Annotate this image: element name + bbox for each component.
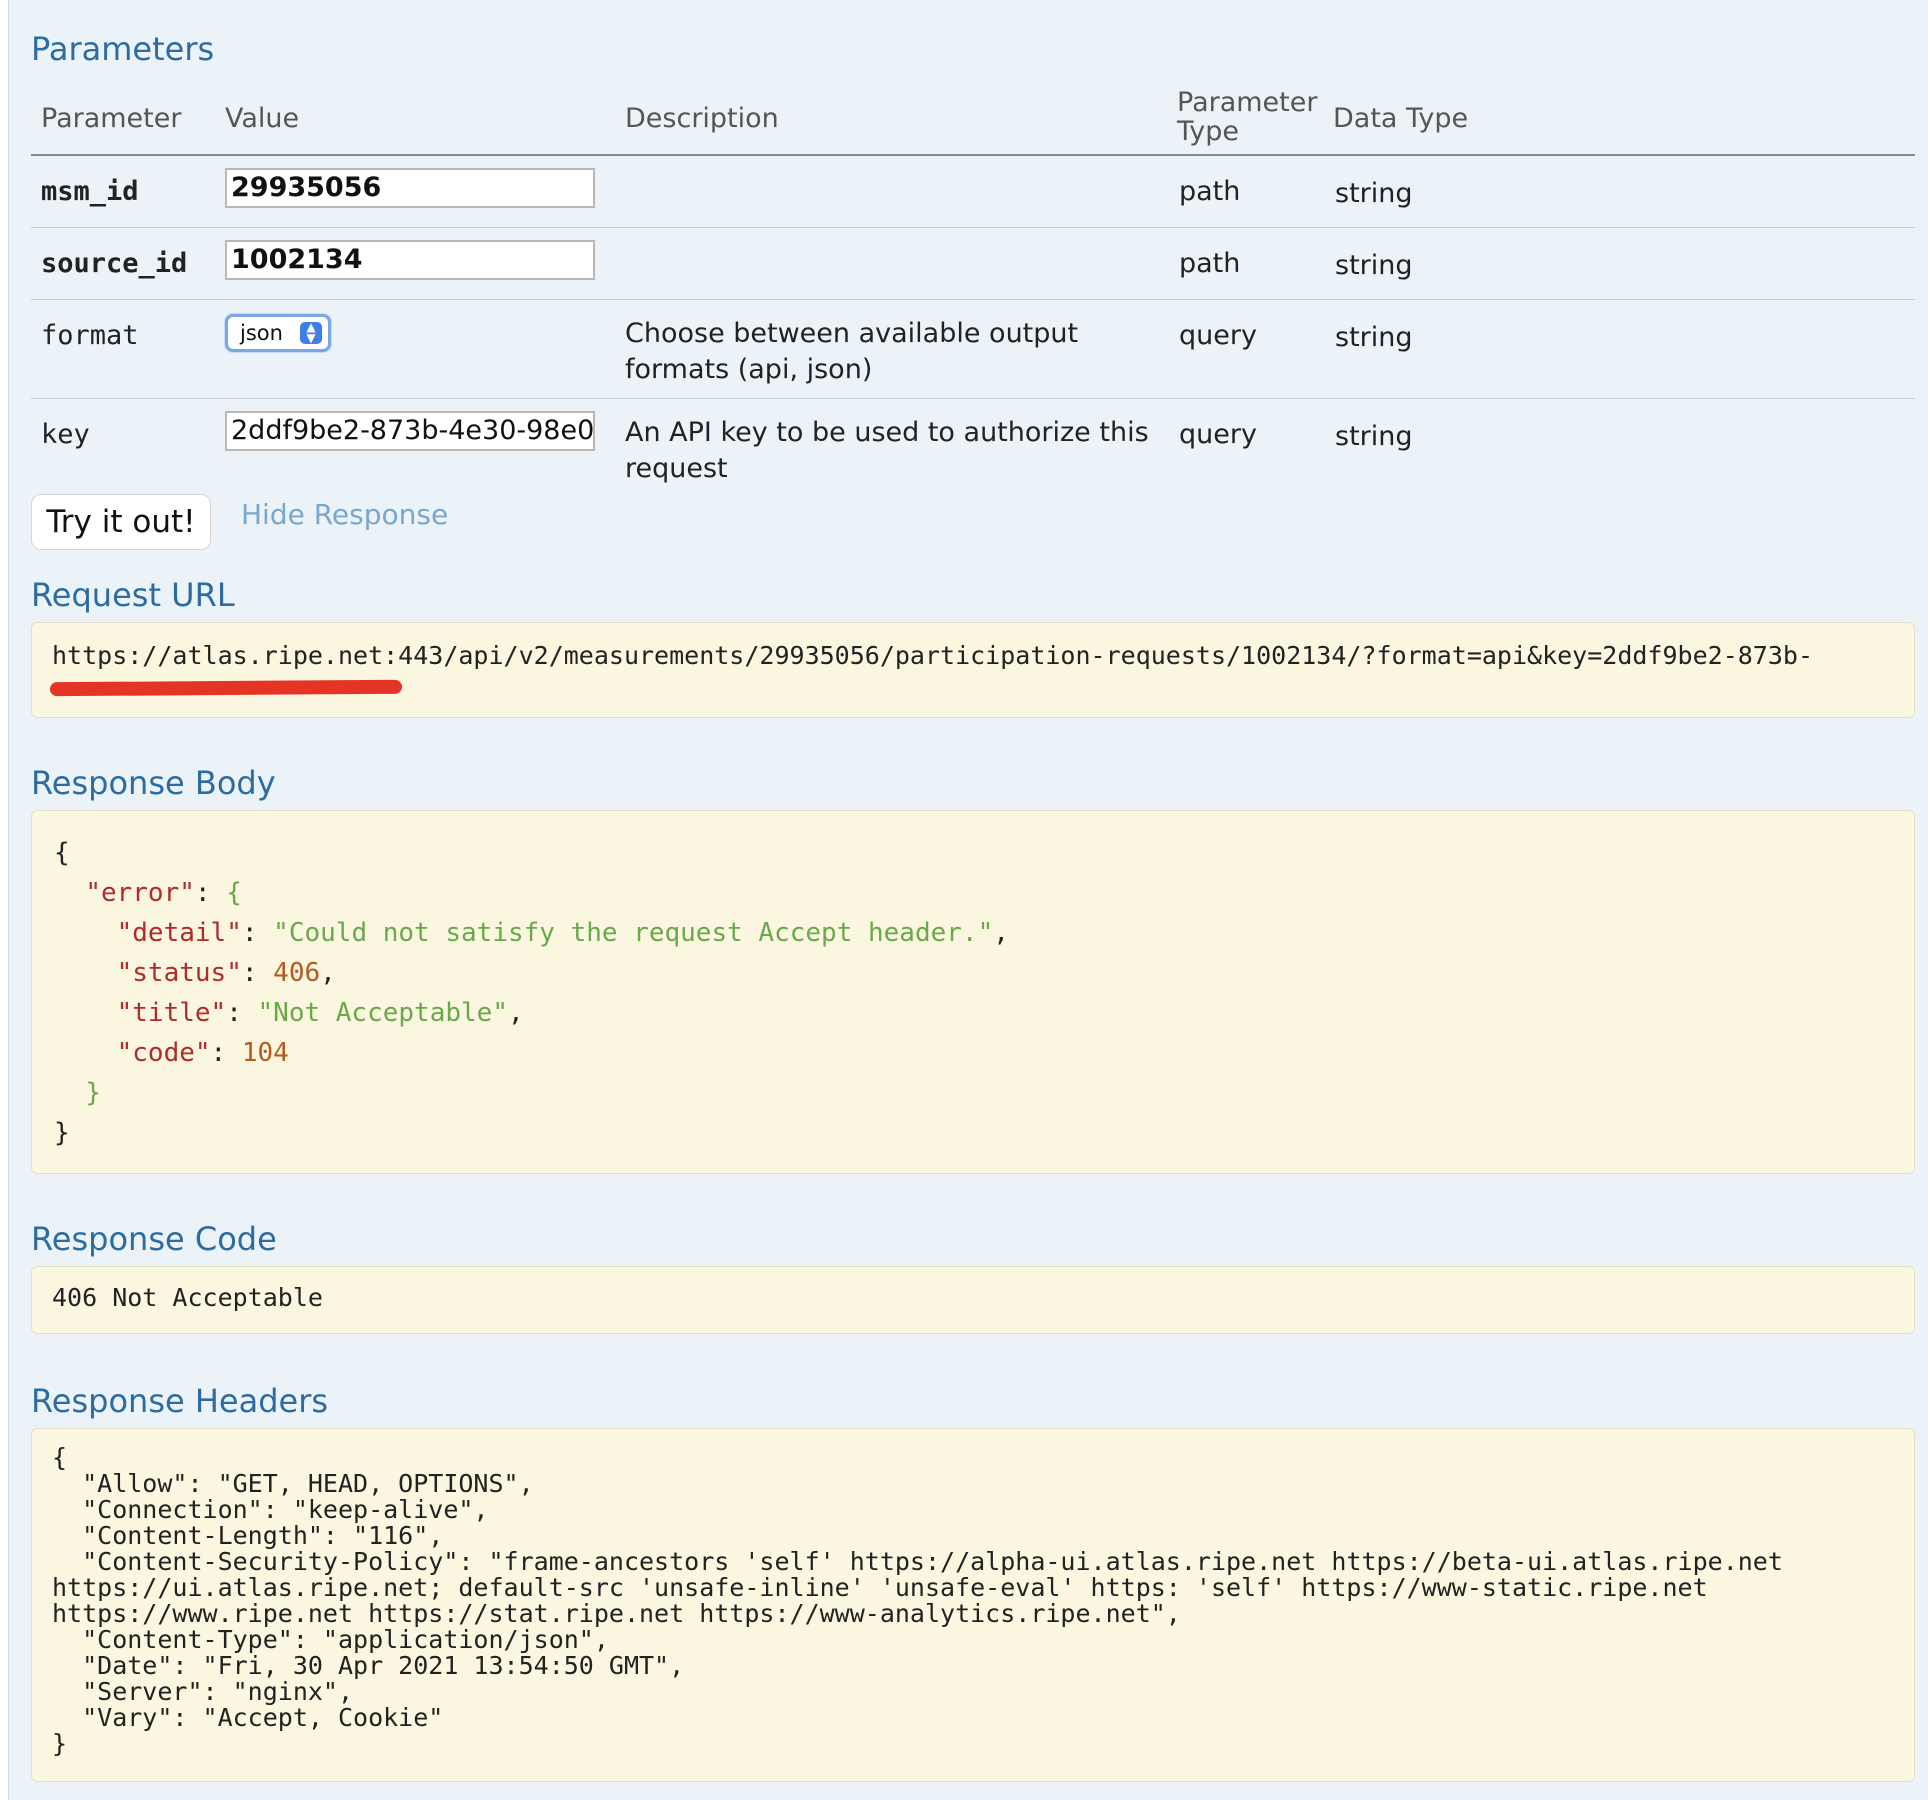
- format-select[interactable]: json ▲ ▼: [225, 314, 331, 352]
- param-type: path: [1179, 248, 1241, 279]
- response-body-json: { "error": { "detail": "Could not satisf…: [54, 838, 1009, 1148]
- param-data-type: string: [1335, 178, 1413, 209]
- request-url-text: https://atlas.ripe.net:443/api/v2/measur…: [52, 641, 1813, 670]
- key-input[interactable]: 2ddf9be2-873b-4e30-98e0-1:: [225, 411, 595, 451]
- json-close-brace: }: [54, 1118, 70, 1148]
- json-key-error: "error": [85, 878, 195, 908]
- column-parameter-type-line1: Parameter: [1177, 87, 1318, 118]
- column-parameter-type-line2: Type: [1177, 116, 1240, 147]
- param-name: key: [41, 419, 90, 450]
- param-row-source-id: source_id 1002134 path string: [31, 228, 1915, 300]
- json-key-status: "status": [116, 958, 242, 988]
- column-value: Value: [225, 103, 300, 134]
- column-description: Description: [625, 103, 779, 134]
- response-headers-text: { "Allow": "GET, HEAD, OPTIONS", "Connec…: [52, 1443, 1783, 1758]
- json-key-code: "code": [116, 1038, 211, 1068]
- response-code-heading: Response Code: [31, 1220, 277, 1258]
- redaction-mark: [49, 679, 403, 697]
- column-parameter-type: Parameter Type: [1177, 88, 1317, 146]
- param-name: msm_id: [41, 176, 139, 207]
- param-row-format: format json ▲ ▼ Choose between available …: [31, 300, 1915, 399]
- param-data-type: string: [1335, 250, 1413, 281]
- param-description: Choose between available output formats …: [625, 318, 1079, 385]
- msm-id-input[interactable]: 29935056: [225, 168, 595, 208]
- json-value-status: 406: [273, 958, 321, 988]
- parameters-table: Parameter Value Description Parameter Typ…: [31, 80, 1915, 489]
- response-body-box: { "error": { "detail": "Could not satisf…: [31, 810, 1915, 1174]
- column-parameter: Parameter: [41, 103, 182, 134]
- param-name: source_id: [41, 248, 188, 279]
- parameters-table-header: Parameter Value Description Parameter Typ…: [31, 80, 1915, 156]
- param-type: path: [1179, 176, 1241, 207]
- param-type: query: [1179, 320, 1257, 351]
- source-id-input[interactable]: 1002134: [225, 240, 595, 280]
- param-description: An API key to be used to authorize this …: [625, 417, 1149, 484]
- param-data-type: string: [1335, 421, 1413, 452]
- operation-panel: Parameters Parameter Value Description P…: [8, 0, 1928, 1800]
- json-open-brace: {: [54, 838, 70, 868]
- hide-response-link[interactable]: Hide Response: [241, 498, 448, 531]
- column-data-type: Data Type: [1333, 103, 1469, 134]
- json-key-detail: "detail": [116, 918, 242, 948]
- response-code-text: 406 Not Acceptable: [52, 1283, 323, 1312]
- json-value-code: 104: [241, 1038, 289, 1068]
- select-arrows-icon: ▲ ▼: [300, 321, 322, 344]
- parameters-heading: Parameters: [31, 30, 215, 68]
- response-body-heading: Response Body: [31, 764, 276, 802]
- param-name: format: [41, 320, 139, 351]
- param-data-type: string: [1335, 322, 1413, 353]
- param-row-key: key 2ddf9be2-873b-4e30-98e0-1: An API ke…: [31, 399, 1915, 489]
- request-url-box: https://atlas.ripe.net:443/api/v2/measur…: [31, 622, 1915, 718]
- param-row-msm-id: msm_id 29935056 path string: [31, 156, 1915, 228]
- response-headers-box: { "Allow": "GET, HEAD, OPTIONS", "Connec…: [31, 1428, 1915, 1782]
- try-it-out-button[interactable]: Try it out!: [31, 494, 211, 550]
- request-url-heading: Request URL: [31, 576, 235, 614]
- format-select-value: json: [240, 321, 283, 345]
- json-value-detail: "Could not satisfy the request Accept he…: [273, 918, 994, 948]
- response-headers-heading: Response Headers: [31, 1382, 329, 1420]
- param-type: query: [1179, 419, 1257, 450]
- json-key-title: "title": [116, 998, 227, 1028]
- response-code-box: 406 Not Acceptable: [31, 1266, 1915, 1334]
- json-value-title: "Not Acceptable": [257, 998, 508, 1028]
